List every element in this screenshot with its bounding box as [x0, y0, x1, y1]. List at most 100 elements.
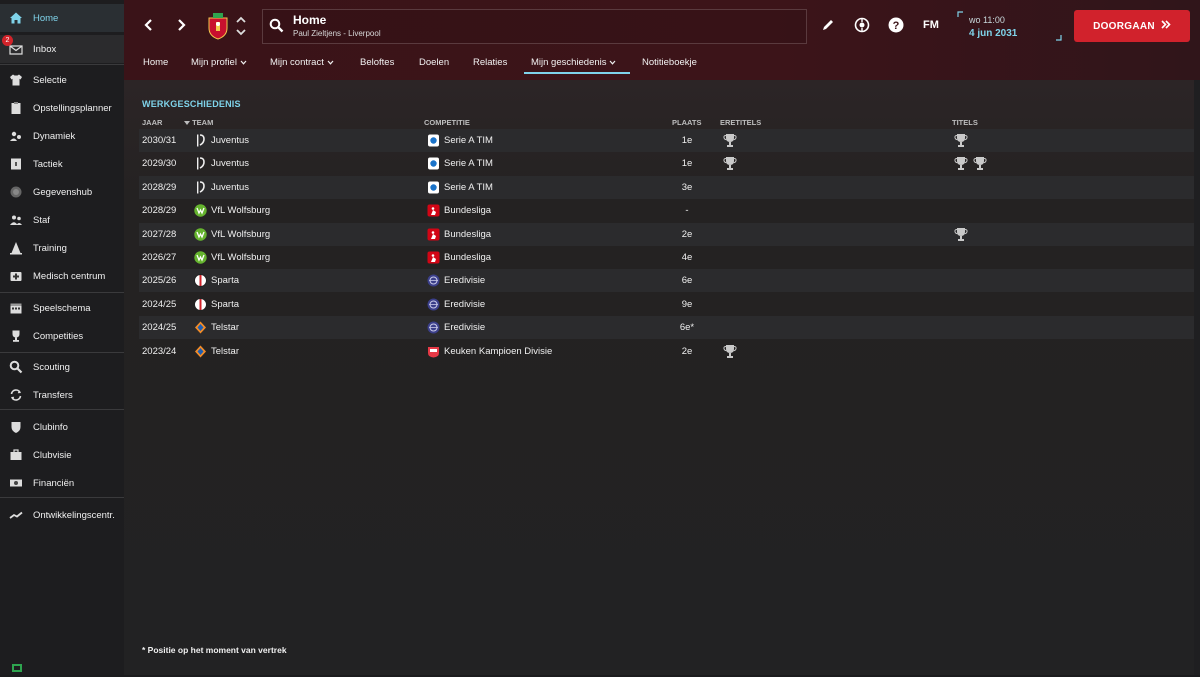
sidebar-item-dynamiek[interactable]: Dynamiek [0, 122, 124, 150]
club-switch-icon[interactable] [236, 15, 246, 37]
title-trophy-icon[interactable] [954, 156, 968, 171]
table-row[interactable]: 2028/29 VfL Wolfsburg Bundesliga - [139, 199, 1194, 222]
table-row[interactable]: 2024/25 Telstar Eredivisie 6e* [139, 316, 1194, 340]
tab-relaties[interactable]: Relaties [473, 57, 507, 68]
eredivisie-logo-icon[interactable] [427, 274, 440, 287]
column-header-honours[interactable]: ERETITELS [720, 118, 761, 127]
sidebar-item-transfers[interactable]: Transfers [0, 381, 124, 409]
wolfsburg-logo-icon[interactable] [194, 204, 207, 217]
row-competition-link[interactable]: Eredivisie [444, 316, 485, 339]
sidebar-item-home[interactable]: Home [0, 4, 124, 32]
column-header-year[interactable]: JAAR [142, 118, 162, 127]
wolfsburg-logo-icon[interactable] [194, 227, 207, 241]
sidebar-item-medisch-centrum[interactable]: Medisch centrum [0, 262, 124, 290]
serie-a-logo-icon[interactable] [427, 157, 440, 170]
club-badge-icon[interactable] [207, 12, 229, 40]
row-competition-link[interactable]: Bundesliga [444, 246, 491, 269]
sidebar-item-selectie[interactable]: Selectie [0, 66, 124, 94]
wolfsburg-logo-icon[interactable] [194, 251, 207, 264]
tab-mijn-profiel[interactable]: Mijn profiel [191, 57, 247, 68]
tab-doelen[interactable]: Doelen [419, 57, 449, 68]
social-feed-icon[interactable] [854, 17, 870, 33]
row-competition-link[interactable]: Serie A TIM [444, 152, 493, 175]
scrollbar[interactable] [1194, 80, 1200, 675]
forward-button[interactable] [174, 17, 190, 33]
juventus-logo-icon[interactable] [194, 157, 207, 170]
row-competition-link[interactable]: Bundesliga [444, 199, 491, 222]
back-button[interactable] [140, 17, 156, 33]
bundesliga-logo-icon[interactable] [427, 228, 440, 241]
sidebar-item-clubinfo[interactable]: Clubinfo [0, 413, 124, 441]
title-trophy-icon[interactable] [954, 227, 968, 242]
column-header-position[interactable]: PLAATS [672, 118, 701, 127]
table-row[interactable]: 2030/31 Juventus Serie A TIM 1e [139, 129, 1194, 152]
table-row[interactable]: 2023/24 Telstar Keuken Kampioen Divisie 2e [139, 340, 1194, 363]
title-trophy-icon[interactable] [954, 133, 968, 148]
juventus-logo-icon[interactable] [194, 134, 207, 147]
fm-menu-button[interactable]: FM [920, 17, 942, 33]
row-team-link[interactable]: Telstar [211, 316, 239, 339]
sidebar-item-scouting[interactable]: Scouting [0, 353, 124, 381]
row-team-link[interactable]: Sparta [211, 293, 239, 316]
title-trophy-icon[interactable] [973, 156, 987, 171]
sparta-logo-icon[interactable] [194, 274, 207, 288]
sidebar-item-gegevenshub[interactable]: Gegevenshub [0, 178, 124, 206]
table-row[interactable]: 2024/25 Sparta Eredivisie 9e [139, 293, 1194, 316]
sidebar-item-opstellingsplanner[interactable]: Opstellingsplanner [0, 94, 124, 122]
telstar-logo-icon[interactable] [194, 321, 207, 334]
tab-mijn-geschiedenis[interactable]: Mijn geschiedenis [531, 57, 616, 68]
table-row[interactable]: 2027/28 VfL Wolfsburg Bundesliga 2e [139, 222, 1194, 246]
row-team-link[interactable]: Juventus [211, 129, 249, 152]
bundesliga-logo-icon[interactable] [427, 204, 440, 217]
row-team-link[interactable]: VfL Wolfsburg [211, 223, 270, 246]
sidebar-item-staf[interactable]: Staf [0, 206, 124, 234]
serie-a-logo-icon[interactable] [427, 181, 440, 194]
table-row[interactable]: 2029/30 Juventus Serie A TIM 1e [139, 152, 1194, 175]
search-input[interactable] [262, 9, 807, 44]
search-icon[interactable] [269, 18, 284, 38]
sparta-logo-icon[interactable] [194, 297, 207, 311]
sidebar-item-tactiek[interactable]: Tactiek [0, 150, 124, 178]
tab-notitieboekje[interactable]: Notitieboekje [642, 57, 697, 68]
sidebar-item-inbox[interactable]: Inbox [0, 35, 124, 63]
telstar-logo-icon[interactable] [194, 345, 207, 358]
row-team-link[interactable]: Sparta [211, 269, 239, 292]
sidebar-item-speelschema[interactable]: Speelschema [0, 294, 124, 322]
serie-a-logo-icon[interactable] [427, 134, 440, 147]
table-row[interactable]: 2028/29 Juventus Serie A TIM 3e [139, 175, 1194, 199]
table-row[interactable]: 2026/27 VfL Wolfsburg Bundesliga 4e [139, 246, 1194, 269]
sidebar-item-ontwikkelingscentrum[interactable]: Ontwikkelingscentr. [0, 501, 124, 529]
date-day[interactable]: 4 jun 2031 [969, 28, 1017, 39]
sidebar-item-training[interactable]: Training [0, 234, 124, 262]
sidebar-item-clubvisie[interactable]: Clubvisie [0, 441, 124, 469]
tab-home[interactable]: Home [143, 57, 168, 68]
eredivisie-logo-icon[interactable] [427, 298, 440, 311]
table-row[interactable]: 2025/26 Sparta Eredivisie 6e [139, 269, 1194, 293]
eredivisie-logo-icon[interactable] [427, 321, 440, 334]
row-team-link[interactable]: Telstar [211, 340, 239, 363]
honours-trophy-icon[interactable] [723, 156, 737, 171]
row-team-link[interactable]: Juventus [211, 152, 249, 175]
row-team-link[interactable]: Juventus [211, 176, 249, 199]
row-competition-link[interactable]: Bundesliga [444, 223, 491, 246]
honours-trophy-icon[interactable] [723, 133, 737, 148]
bundesliga-logo-icon[interactable] [427, 251, 440, 264]
juventus-logo-icon[interactable] [194, 180, 207, 194]
edit-icon[interactable] [820, 17, 836, 33]
column-header-team[interactable]: TEAM [184, 118, 213, 127]
column-header-titles[interactable]: TITELS [952, 118, 978, 127]
column-header-competition[interactable]: COMPETITIE [424, 118, 470, 127]
honours-trophy-icon[interactable] [723, 344, 737, 359]
help-button[interactable]: ? [888, 17, 904, 33]
status-indicator-icon[interactable] [12, 659, 22, 677]
row-competition-link[interactable]: Eredivisie [444, 293, 485, 316]
row-competition-link[interactable]: Eredivisie [444, 269, 485, 292]
tab-mijn-contract[interactable]: Mijn contract [270, 57, 334, 68]
row-competition-link[interactable]: Keuken Kampioen Divisie [444, 340, 552, 363]
row-team-link[interactable]: VfL Wolfsburg [211, 199, 270, 222]
row-competition-link[interactable]: Serie A TIM [444, 129, 493, 152]
row-competition-link[interactable]: Serie A TIM [444, 176, 493, 199]
continue-button[interactable]: DOORGAAN [1074, 10, 1190, 42]
row-team-link[interactable]: VfL Wolfsburg [211, 246, 270, 269]
sidebar-item-financien[interactable]: Financiën [0, 469, 124, 497]
